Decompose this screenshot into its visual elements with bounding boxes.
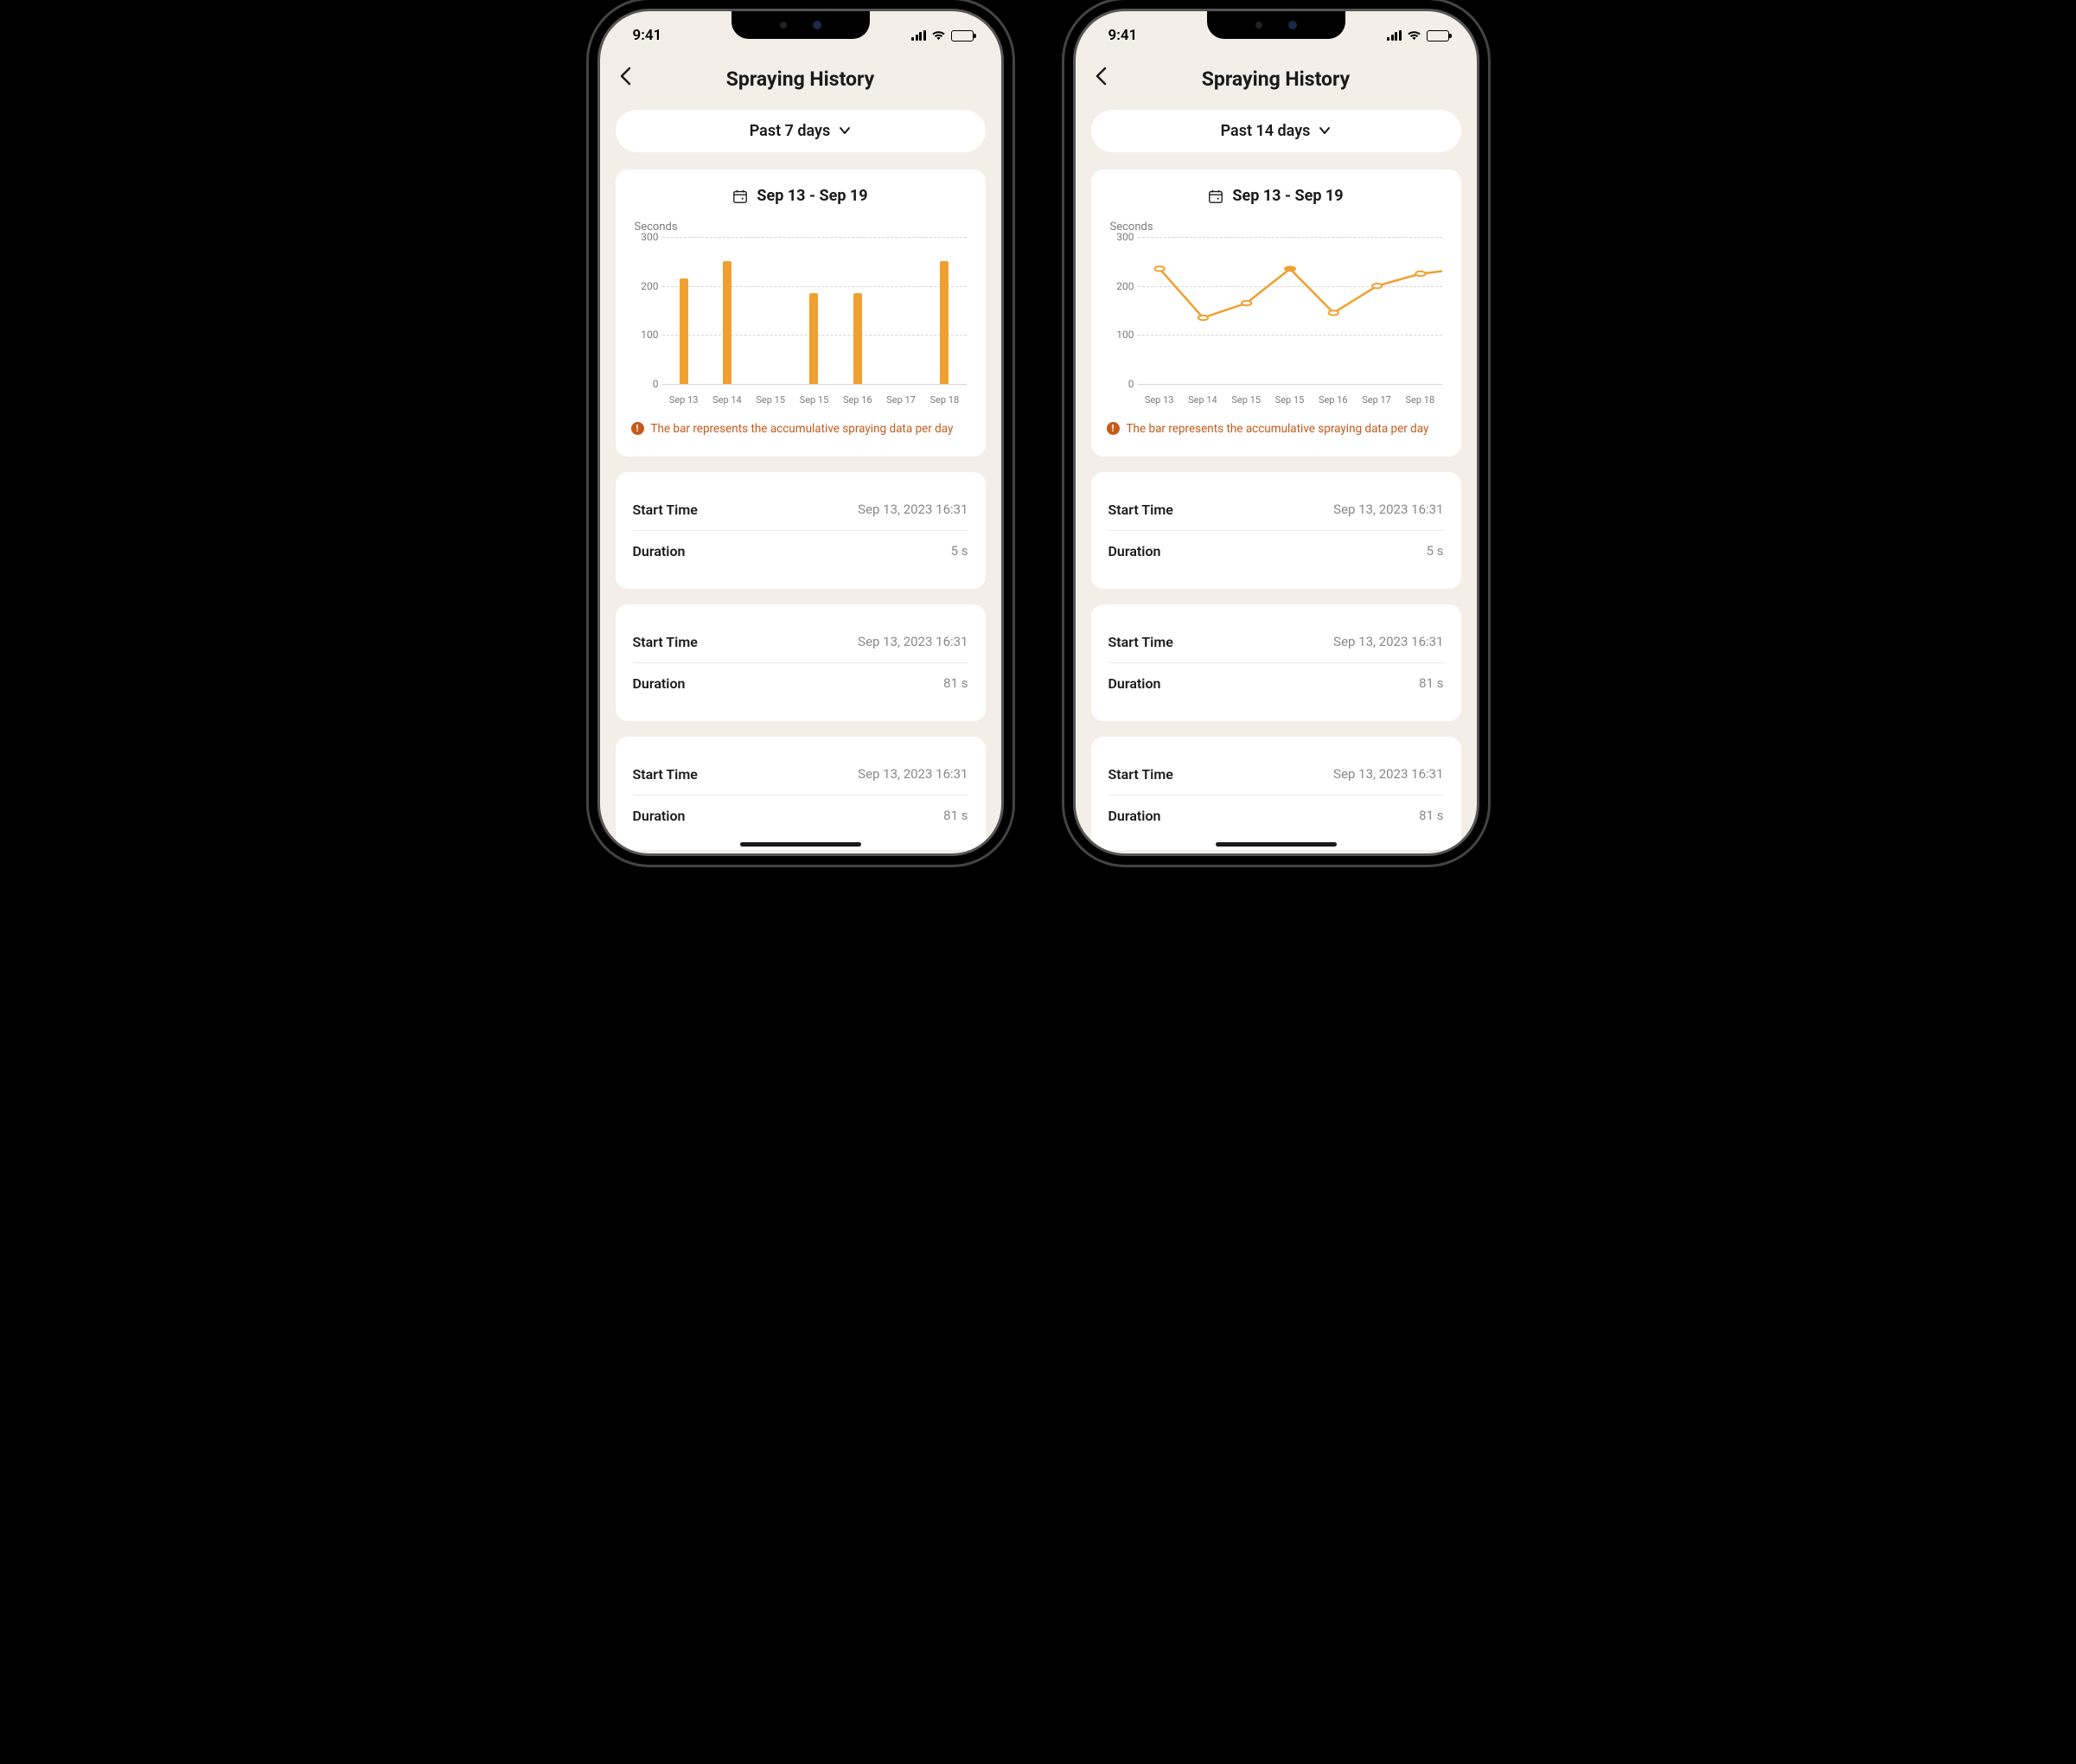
status-time: 9:41 [633, 27, 662, 44]
duration-value: 81 s [943, 808, 968, 824]
start-time-value: Sep 13, 2023 16:31 [1333, 766, 1443, 783]
chart-note: ! The bar represents the accumulative sp… [631, 421, 970, 438]
chart-y-label: Seconds [1110, 220, 1446, 233]
page-title: Spraying History [1095, 67, 1458, 91]
chart-note-text: The bar represents the accumulative spra… [1127, 421, 1429, 438]
cellular-icon [911, 30, 926, 41]
chart-x-tick: Sep 15 [1275, 394, 1305, 406]
status-time: 9:41 [1108, 27, 1138, 44]
chart-bar [809, 293, 818, 384]
history-entry-card[interactable]: Start Time Sep 13, 2023 16:31 Duration 5 s [616, 472, 986, 589]
date-range-selector[interactable]: Sep 13 - Sep 19 [631, 187, 970, 205]
calendar-icon [732, 189, 748, 204]
chart-x-tick: Sep 15 [800, 394, 829, 406]
date-range-text: Sep 13 - Sep 19 [1232, 187, 1343, 205]
page-title: Spraying History [619, 67, 982, 91]
start-time-value: Sep 13, 2023 16:31 [858, 634, 968, 650]
start-time-value: Sep 13, 2023 16:31 [1333, 502, 1443, 518]
chart-x-tick: Sep 18 [930, 394, 960, 406]
battery-icon [1427, 30, 1449, 42]
home-indicator[interactable] [1216, 842, 1337, 847]
duration-value: 81 s [1419, 675, 1443, 692]
phone-frame-left: 9:41 Spraying History Past 7 days Sep 13… [597, 9, 1004, 856]
start-time-value: Sep 13, 2023 16:31 [858, 502, 968, 518]
chart-y-label: Seconds [635, 220, 970, 233]
chart-card: Sep 13 - Sep 19 Seconds 0100200300 Sep 1… [1091, 169, 1461, 457]
history-entry-card[interactable]: Start Time Sep 13, 2023 16:31 Duration 81 s [616, 604, 986, 721]
chart-bar [853, 293, 862, 384]
chart-x-tick: Sep 18 [1406, 394, 1435, 406]
duration-label: Duration [633, 543, 686, 559]
notch [731, 11, 870, 39]
duration-label: Duration [1108, 675, 1161, 692]
range-dropdown-label: Past 7 days [750, 122, 831, 140]
chart-x-tick: Sep 15 [1231, 394, 1261, 406]
duration-value: 81 s [943, 675, 968, 692]
start-time-label: Start Time [633, 634, 698, 650]
range-dropdown[interactable]: Past 14 days [1091, 110, 1461, 152]
duration-value: 5 s [1427, 543, 1444, 559]
date-range-text: Sep 13 - Sep 19 [757, 187, 867, 205]
chart-note-text: The bar represents the accumulative spra… [651, 421, 954, 438]
chart-bar [723, 261, 731, 384]
phone-frame-right: 9:41 Spraying History Past 14 days Sep 1… [1073, 9, 1479, 856]
chart-x-tick: Sep 14 [712, 394, 742, 406]
calendar-icon [1208, 189, 1223, 204]
duration-label: Duration [1108, 808, 1161, 824]
date-range-selector[interactable]: Sep 13 - Sep 19 [1107, 187, 1446, 205]
battery-icon [951, 30, 974, 42]
start-time-label: Start Time [633, 766, 698, 783]
start-time-label: Start Time [1108, 634, 1173, 650]
history-entry-card[interactable]: Start Time Sep 13, 2023 16:31 Duration 81 s [1091, 604, 1461, 721]
start-time-value: Sep 13, 2023 16:31 [1333, 634, 1443, 650]
chart-card: Sep 13 - Sep 19 Seconds 0100200300 Sep 1… [616, 169, 986, 457]
chart-x-tick: Sep 13 [1145, 394, 1174, 406]
home-indicator[interactable] [740, 842, 861, 847]
chart-x-tick: Sep 16 [1319, 394, 1348, 406]
chart-note: ! The bar represents the accumulative sp… [1107, 421, 1446, 438]
duration-value: 5 s [951, 543, 968, 559]
chart-plot-area: 0100200300 [1138, 237, 1442, 384]
chart-x-ticks: Sep 13 Sep 14 Sep 15 Sep 15 Sep 16 Sep 17 Sep … [662, 394, 967, 406]
range-dropdown-label: Past 14 days [1221, 122, 1311, 140]
info-icon: ! [631, 422, 644, 435]
history-entry-card[interactable]: Start Time Sep 13, 2023 16:31 Duration 81 s [616, 737, 986, 850]
start-time-value: Sep 13, 2023 16:31 [858, 766, 968, 783]
chevron-down-icon [1319, 125, 1331, 138]
history-entry-card[interactable]: Start Time Sep 13, 2023 16:31 Duration 81 s [1091, 737, 1461, 850]
range-dropdown[interactable]: Past 7 days [616, 110, 986, 152]
chevron-down-icon [839, 125, 851, 138]
chart-plot-area: 0100200300 [662, 237, 967, 384]
start-time-label: Start Time [1108, 502, 1173, 518]
notch [1207, 11, 1345, 39]
start-time-label: Start Time [1108, 766, 1173, 783]
chart-x-tick: Sep 17 [1362, 394, 1391, 406]
chart-x-tick: Sep 14 [1188, 394, 1217, 406]
chart-bar [680, 278, 688, 384]
chart-x-ticks: Sep 13 Sep 14 Sep 15 Sep 15 Sep 16 Sep 17 Sep … [1138, 394, 1442, 406]
duration-label: Duration [1108, 543, 1161, 559]
chart-x-tick: Sep 16 [843, 394, 872, 406]
cellular-icon [1387, 30, 1402, 41]
duration-label: Duration [633, 808, 686, 824]
info-icon: ! [1107, 422, 1120, 435]
chart-x-tick: Sep 15 [756, 394, 785, 406]
duration-value: 81 s [1419, 808, 1443, 824]
chart-x-tick: Sep 17 [886, 394, 916, 406]
start-time-label: Start Time [633, 502, 698, 518]
history-entry-card[interactable]: Start Time Sep 13, 2023 16:31 Duration 5 s [1091, 472, 1461, 589]
wifi-icon [931, 30, 946, 41]
wifi-icon [1407, 30, 1421, 41]
duration-label: Duration [633, 675, 686, 692]
chart-x-tick: Sep 13 [669, 394, 699, 406]
chart-bar [940, 261, 949, 384]
